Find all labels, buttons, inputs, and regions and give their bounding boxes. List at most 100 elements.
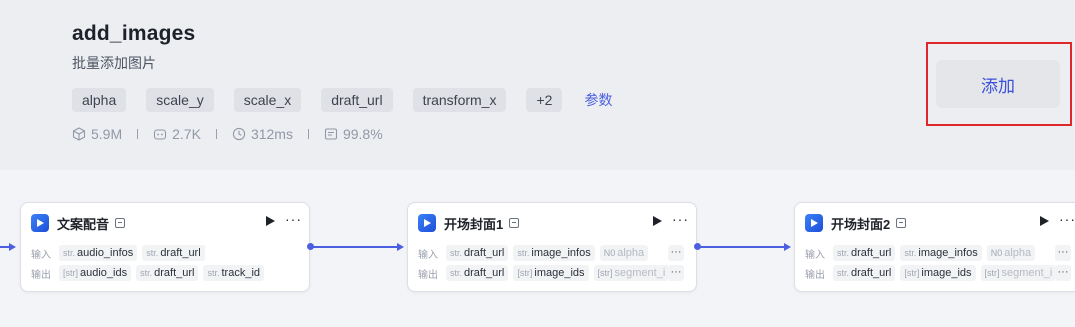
more-options-icon[interactable]: ··· <box>672 211 689 227</box>
chip-type: str. <box>140 268 153 278</box>
cube-icon <box>72 127 86 141</box>
chip-name: draft_url <box>464 267 505 279</box>
plugin-badge-icon <box>115 218 126 228</box>
chip-type: [str] <box>904 268 920 278</box>
divider <box>137 129 139 139</box>
chip-name: draft_url <box>851 247 892 259</box>
output-chip: [str] audio_ids <box>59 265 132 281</box>
more-options-icon[interactable]: ··· <box>285 211 302 227</box>
divider <box>215 129 217 139</box>
workflow-node-cover-1[interactable]: 开场封面1 ··· 输入 str. draft_url str. image_inf… <box>407 202 697 292</box>
plugin-card: add_images 批量添加图片 alpha scale_y scale_x … <box>0 0 1075 170</box>
chip-name: alpha <box>617 247 645 259</box>
chip-type: N0 <box>603 248 616 258</box>
chip-type: [str] <box>597 268 613 278</box>
output-label: 输出 <box>805 269 825 281</box>
node-inputs: 输入 str. draft_url str. image_infos N0 alpha <box>418 245 668 261</box>
more-inputs-button[interactable]: ··· <box>668 245 684 261</box>
node-header: 文案配音 <box>31 213 126 233</box>
bots-value: 2.7K <box>172 126 201 142</box>
output-label: 输出 <box>31 269 51 281</box>
clock-icon <box>232 127 246 141</box>
input-chip: N0 alpha <box>986 245 1036 261</box>
chip-name: alpha <box>1004 247 1032 259</box>
param-tag: scale_x <box>233 88 302 112</box>
input-chip: str. draft_url <box>833 245 896 261</box>
chip-type: str. <box>450 248 463 258</box>
edge-connector <box>700 246 785 248</box>
input-label: 输入 <box>418 249 438 261</box>
chip-type: str. <box>517 248 530 258</box>
chip-type: [str] <box>984 268 1000 278</box>
run-node-icon[interactable] <box>653 216 662 226</box>
chip-name: image_infos <box>918 247 978 259</box>
edge-arrow <box>9 243 16 251</box>
chip-name: track_id <box>221 267 261 279</box>
node-play-logo-icon <box>418 214 436 232</box>
node-inputs: 输入 str. audio_infos str. draft_url <box>31 245 210 261</box>
workflow-node-cover-2[interactable]: 开场封面2 ··· 输入 str. draft_url str. image_inf… <box>794 202 1075 292</box>
workflow-canvas[interactable]: 文案配音 ··· 输入 str. audio_infos str. draft_ur… <box>0 180 1075 327</box>
latency-stat: 312ms <box>232 126 293 142</box>
input-chip: str. image_infos <box>900 245 982 261</box>
param-tag: alpha <box>72 88 127 112</box>
input-chip: str. draft_url <box>446 245 509 261</box>
bot-icon <box>154 129 167 140</box>
node-play-logo-icon <box>805 214 823 232</box>
chip-type: str. <box>450 268 463 278</box>
run-node-icon[interactable] <box>1040 216 1049 226</box>
more-outputs-button[interactable]: ··· <box>668 265 684 281</box>
node-inputs: 输入 str. draft_url str. image_infos N0 alpha <box>805 245 1055 261</box>
input-label: 输入 <box>805 249 825 261</box>
run-node-icon[interactable] <box>266 216 275 226</box>
param-tags: alpha scale_y scale_x draft_url transfor… <box>72 88 612 112</box>
more-options-icon[interactable]: ··· <box>1059 211 1075 227</box>
chip-type: str. <box>207 268 220 278</box>
plugin-badge-icon <box>896 218 907 228</box>
node-title: 文案配音 <box>57 216 110 232</box>
plugin-description: 批量添加图片 <box>72 55 156 71</box>
chip-type: str. <box>837 248 850 258</box>
chip-name: image_ids <box>921 267 972 279</box>
output-chip: str. draft_url <box>446 265 509 281</box>
chip-name: audio_ids <box>80 267 128 279</box>
plugin-name: add_images <box>72 22 196 45</box>
edge-arrow <box>397 243 404 251</box>
node-title: 开场封面1 <box>444 216 504 232</box>
chip-type: str. <box>146 248 159 258</box>
node-outputs: 输出 str. draft_url [str] image_ids [str] seg… <box>418 265 668 281</box>
output-label: 输出 <box>418 269 438 281</box>
more-inputs-button[interactable]: ··· <box>1055 245 1071 261</box>
document-check-icon <box>324 128 338 140</box>
chip-name: draft_url <box>464 247 505 259</box>
chip-name: draft_url <box>160 247 201 259</box>
node-play-logo-icon <box>31 214 49 232</box>
success-rate-value: 99.8% <box>342 126 383 142</box>
chip-type: str. <box>837 268 850 278</box>
node-title: 开场封面2 <box>831 216 891 232</box>
divider <box>307 129 309 139</box>
chip-type: str. <box>904 248 917 258</box>
node-header: 开场封面1 <box>418 213 520 233</box>
output-chip: str. draft_url <box>833 265 896 281</box>
chip-name: segment_i <box>1001 267 1053 279</box>
output-chip: str. draft_url <box>136 265 199 281</box>
chip-type: [str] <box>517 268 533 278</box>
node-outputs: 输出 str. draft_url [str] image_ids [str] seg… <box>805 265 1055 281</box>
node-header: 开场封面2 <box>805 213 907 233</box>
node-outputs: 输出 [str] audio_ids str. draft_url str. trac… <box>31 265 269 281</box>
output-chip: [str] segment_i <box>593 265 668 281</box>
downloads-stat: 5.9M <box>72 126 122 142</box>
workflow-node-voiceover[interactable]: 文案配音 ··· 输入 str. audio_infos str. draft_ur… <box>20 202 310 292</box>
chip-type: str. <box>63 248 76 258</box>
input-chip: str. audio_infos <box>59 245 138 261</box>
input-chip: N0 alpha <box>599 245 649 261</box>
more-outputs-button[interactable]: ··· <box>1055 265 1071 281</box>
param-tag: draft_url <box>321 88 393 112</box>
params-link[interactable]: 参数 <box>584 90 612 110</box>
more-tags-badge[interactable]: +2 <box>526 88 563 112</box>
chip-name: image_infos <box>531 247 591 259</box>
add-button[interactable]: 添加 <box>936 60 1060 108</box>
plugin-badge-icon <box>509 218 520 228</box>
success-rate-stat: 99.8% <box>324 126 383 142</box>
